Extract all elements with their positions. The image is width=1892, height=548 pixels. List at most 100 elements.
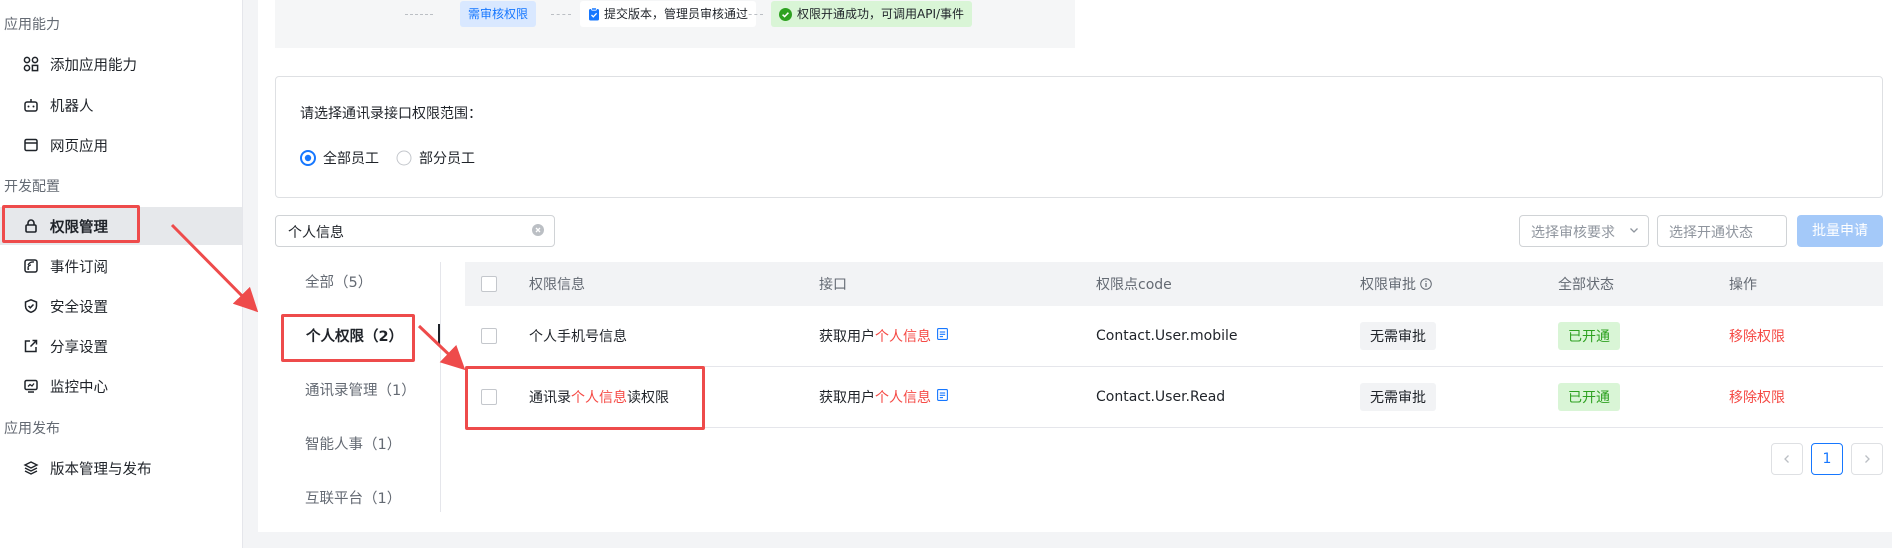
pagination-page[interactable]: 1: [1811, 443, 1843, 475]
approval-badge: 无需审批: [1360, 322, 1436, 350]
permission-info-text-end: 读权限: [627, 390, 669, 406]
sidebar-item-version-release[interactable]: 版本管理与发布: [0, 449, 242, 487]
pagination-next[interactable]: [1851, 443, 1883, 475]
select-all-checkbox[interactable]: [481, 262, 497, 306]
scope-radio-partial[interactable]: 部分员工: [396, 148, 475, 168]
sidebar-item-event-subscription[interactable]: 事件订阅: [0, 247, 242, 285]
lock-icon: [22, 217, 40, 235]
flow-step-submit-label: 提交版本，管理员审核通过: [604, 7, 749, 21]
radio-checked-icon: [300, 150, 316, 166]
api-highlight: 个人信息: [875, 390, 931, 406]
scope-radio-all[interactable]: 全部员工: [300, 148, 379, 168]
clear-icon[interactable]: [532, 224, 544, 236]
pagination-prev[interactable]: [1771, 443, 1803, 475]
search-input[interactable]: 个人信息: [275, 215, 555, 247]
remove-permission-link[interactable]: 移除权限: [1729, 367, 1785, 427]
sidebar-item-label: 分享设置: [50, 339, 108, 356]
sidebar-item-permission-management[interactable]: 权限管理: [0, 207, 242, 245]
sidebar-item-add-capability[interactable]: 添加应用能力: [0, 45, 242, 83]
sidebar-item-label: 机器人: [50, 98, 94, 115]
permission-info-highlight: 个人信息: [571, 390, 627, 406]
header-api: 接口: [819, 277, 847, 293]
chevron-down-icon: [1629, 225, 1639, 235]
scope-card: 请选择通讯录接口权限范围： 全部员工 部分员工: [275, 76, 1883, 198]
api-cell[interactable]: 获取用户 个人信息: [819, 306, 948, 366]
check-circle-icon: [779, 7, 792, 21]
api-highlight: 个人信息: [875, 329, 931, 345]
section-title-dev-config: 开发配置: [4, 179, 60, 195]
section-title-app-capability: 应用能力: [4, 17, 60, 33]
sidebar-item-label: 网页应用: [50, 138, 108, 155]
permission-code: Contact.User.Read: [1096, 389, 1226, 405]
robot-icon: [22, 96, 40, 114]
document-icon[interactable]: [937, 389, 948, 405]
sidebar-item-label: 安全设置: [50, 299, 108, 316]
chevron-right-icon: [1862, 454, 1872, 464]
category-divider: [440, 262, 441, 512]
row-checkbox[interactable]: [481, 306, 497, 366]
approval-cell: 无需审批: [1360, 306, 1436, 366]
sidebar-item-label: 添加应用能力: [50, 57, 137, 74]
sidebar-item-label: 权限管理: [50, 219, 108, 236]
table-row: 通讯录 个人信息 读权限 获取用户 个人信息 Contact.User.Read 无需…: [465, 367, 1883, 428]
api-cell[interactable]: 获取用户 个人信息: [819, 367, 948, 427]
event-subscription-icon: [22, 257, 40, 275]
clipboard-check-icon: [588, 7, 600, 21]
remove-permission-link[interactable]: 移除权限: [1729, 306, 1785, 366]
sidebar-item-share[interactable]: 分享设置: [0, 327, 242, 365]
flow-step-review: 需审核权限: [460, 1, 537, 27]
header-info: 权限信息: [529, 277, 585, 293]
document-icon[interactable]: [937, 328, 948, 344]
flow-connector: [551, 14, 571, 15]
web-app-icon: [22, 136, 40, 154]
sidebar-item-web-app[interactable]: 网页应用: [0, 126, 242, 164]
header-approval-label: 权限审批: [1360, 277, 1416, 293]
category-personal[interactable]: 个人权限（2）: [306, 325, 403, 346]
scope-radio-label: 部分员工: [419, 151, 475, 167]
flow-connector: [743, 14, 763, 15]
permission-info: 通讯录 个人信息 读权限: [529, 367, 669, 427]
permission-info-text: 个人手机号信息: [529, 329, 627, 345]
sidebar-item-security[interactable]: 安全设置: [0, 287, 242, 325]
sidebar-item-label: 事件订阅: [50, 259, 108, 276]
status-badge: 已开通: [1558, 322, 1620, 350]
scope-title: 请选择通讯录接口权限范围：: [300, 106, 482, 122]
approval-cell: 无需审批: [1360, 367, 1436, 427]
permission-code: Contact.User.mobile: [1096, 328, 1238, 344]
header-approval: 权限审批: [1360, 262, 1432, 306]
table-header: 权限信息 接口 权限点code 权限审批 全部状态 操作: [465, 262, 1883, 306]
shield-icon: [22, 297, 40, 315]
status-cell: 已开通: [1558, 367, 1620, 427]
section-title-app-release: 应用发布: [4, 421, 60, 437]
category-smart-hr[interactable]: 智能人事（1）: [305, 433, 401, 454]
flow-step-submit: 提交版本，管理员审核通过: [580, 1, 757, 27]
header-status: 全部状态: [1558, 277, 1614, 293]
permission-flow: 需审核权限 提交版本，管理员审核通过 权限开通成功，可调用API/事件: [275, 0, 1075, 48]
review-requirement-select[interactable]: 选择审核要求: [1519, 215, 1649, 247]
flow-connector: [405, 14, 433, 15]
layers-icon: [22, 459, 40, 477]
radio-unchecked-icon: [396, 150, 412, 166]
header-code: 权限点code: [1096, 277, 1172, 293]
chevron-left-icon: [1782, 454, 1792, 464]
category-all[interactable]: 全部（5）: [305, 271, 372, 292]
search-input-value: 个人信息: [288, 225, 344, 241]
flow-step-success: 权限开通成功，可调用API/事件: [771, 1, 973, 27]
permission-info-text: 通讯录: [529, 390, 571, 406]
info-icon[interactable]: [1420, 278, 1432, 290]
category-contacts[interactable]: 通讯录管理（1）: [305, 379, 416, 400]
row-checkbox[interactable]: [481, 367, 497, 427]
category-interconnect[interactable]: 互联平台（1）: [305, 487, 401, 508]
sidebar-item-robot[interactable]: 机器人: [0, 86, 242, 124]
open-status-select[interactable]: 选择开通状态: [1657, 215, 1787, 247]
open-status-placeholder: 选择开通状态: [1669, 225, 1753, 241]
batch-apply-button[interactable]: 批量申请: [1797, 215, 1883, 247]
permission-info: 个人手机号信息: [529, 306, 627, 366]
review-requirement-placeholder: 选择审核要求: [1531, 225, 1615, 241]
sidebar-item-monitor[interactable]: 监控中心: [0, 367, 242, 405]
scope-radio-label: 全部员工: [323, 151, 379, 167]
apps-icon: [22, 55, 40, 73]
sidebar-item-label: 版本管理与发布: [50, 461, 152, 478]
api-text: 获取用户: [819, 329, 875, 345]
share-icon: [22, 337, 40, 355]
